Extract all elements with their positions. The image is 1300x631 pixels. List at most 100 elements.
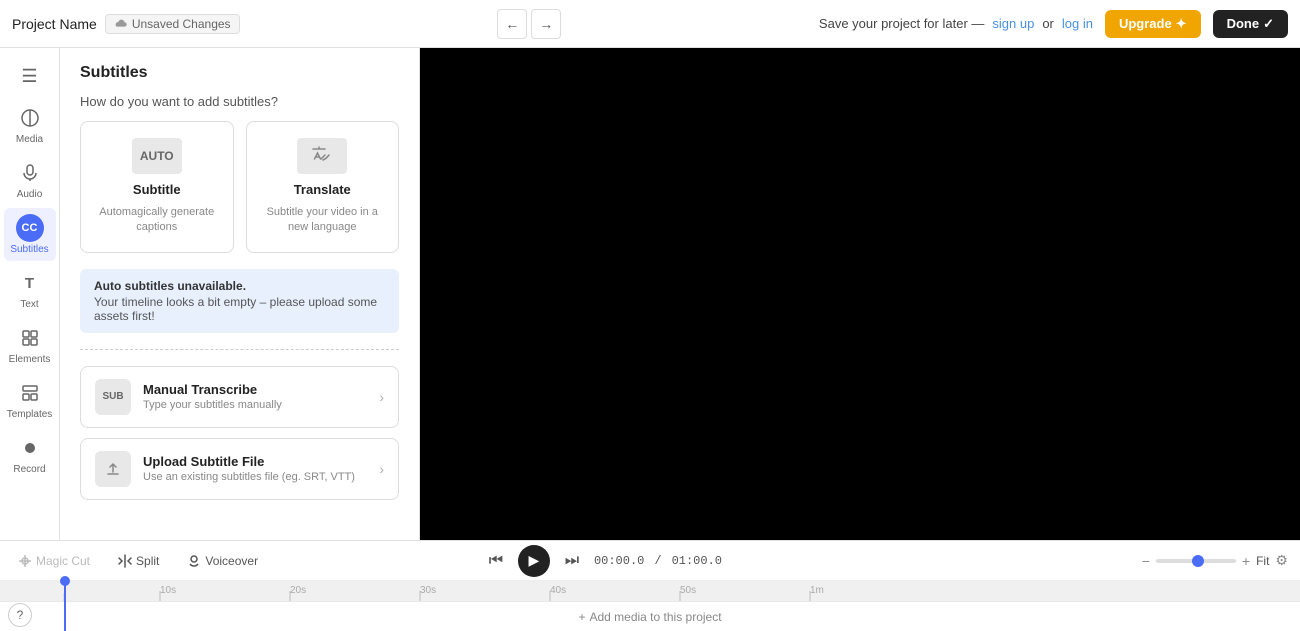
manual-transcribe-card[interactable]: SUB Manual Transcribe Type your subtitle…	[80, 366, 399, 428]
add-media-label: Add media to this project	[589, 610, 721, 624]
subtitle-options: AUTO Subtitle Automagically generate cap…	[60, 121, 419, 269]
auto-icon-box: AUTO	[132, 138, 182, 174]
sign-up-link[interactable]: sign up	[992, 16, 1034, 31]
info-box: Auto subtitles unavailable. Your timelin…	[80, 269, 399, 333]
topbar: Project Name Unsaved Changes ← → Save yo…	[0, 0, 1300, 48]
star-icon: ✦	[1176, 16, 1187, 32]
info-desc: Your timeline looks a bit empty – please…	[94, 295, 385, 323]
manual-transcribe-text: Manual Transcribe Type your subtitles ma…	[143, 382, 367, 411]
panel-question: How do you want to add subtitles?	[60, 90, 419, 121]
done-label: Done	[1227, 16, 1260, 31]
upgrade-button[interactable]: Upgrade ✦	[1105, 10, 1201, 38]
sidebar-item-media[interactable]: Media	[4, 98, 56, 151]
record-icon	[16, 434, 44, 462]
zoom-slider[interactable]	[1156, 559, 1236, 563]
audio-icon	[16, 159, 44, 187]
upgrade-label: Upgrade	[1119, 16, 1172, 31]
skip-forward-button[interactable]: ⏭	[558, 547, 586, 575]
audio-label: Audio	[17, 189, 43, 200]
timeline-settings-button[interactable]: ⚙	[1275, 552, 1288, 569]
chevron-right-icon-2: ›	[379, 461, 384, 477]
magic-cut-icon	[18, 554, 32, 568]
timeline-track: + Add media to this project	[0, 601, 1300, 631]
help-button[interactable]: ?	[8, 603, 32, 627]
topbar-right: Save your project for later — sign up or…	[819, 16, 1093, 31]
or-text: or	[1042, 16, 1054, 31]
redo-button[interactable]: →	[531, 9, 561, 39]
voiceover-label: Voiceover	[205, 554, 258, 568]
sidebar-item-text[interactable]: T Text	[4, 263, 56, 316]
cursor-head	[60, 576, 70, 586]
nav-arrows: ← →	[497, 9, 561, 39]
manual-transcribe-title: Manual Transcribe	[143, 382, 367, 397]
zoom-thumb[interactable]	[1192, 555, 1204, 567]
elements-label: Elements	[9, 354, 51, 365]
play-button[interactable]: ▶	[518, 545, 550, 577]
bottom-bar: Magic Cut Split Voiceover ⏮ ▶ ⏭ 00:00.0 …	[0, 540, 1300, 630]
main-area: ☰ Media Audio CC Subtitles T Text Eleme	[0, 48, 1300, 540]
split-label: Split	[136, 554, 159, 568]
add-media-button[interactable]: + Add media to this project	[578, 610, 721, 624]
subtitles-panel: Subtitles How do you want to add subtitl…	[60, 48, 420, 540]
magic-cut-button[interactable]: Magic Cut	[12, 550, 96, 572]
zoom-in-button[interactable]: +	[1242, 553, 1250, 569]
translate-svg-icon	[310, 144, 334, 168]
transport-controls: ⏮ ▶ ⏭ 00:00.0 / 01:00.0	[482, 545, 722, 577]
templates-label: Templates	[7, 409, 53, 420]
subtitle-option-label: Subtitle	[133, 182, 181, 197]
subtitles-label: Subtitles	[10, 244, 48, 255]
check-icon: ✓	[1263, 16, 1274, 32]
translate-option-label: Translate	[294, 182, 351, 197]
hamburger-icon: ☰	[16, 62, 44, 90]
done-button[interactable]: Done ✓	[1213, 10, 1288, 38]
save-text: Save your project for later —	[819, 16, 984, 31]
translate-icon-box	[297, 138, 347, 174]
upload-subtitle-desc: Use an existing subtitles file (eg. SRT,…	[143, 471, 367, 483]
subtitle-option-desc: Automagically generate captions	[93, 205, 221, 236]
zoom-controls: − + Fit ⚙	[1142, 552, 1288, 569]
magic-cut-label: Magic Cut	[36, 554, 90, 568]
manual-transcribe-desc: Type your subtitles manually	[143, 399, 367, 411]
voiceover-icon	[187, 554, 201, 568]
undo-button[interactable]: ←	[497, 9, 527, 39]
time-total: 01:00.0	[672, 554, 722, 568]
unsaved-text: Unsaved Changes	[132, 17, 231, 31]
sidebar-item-elements[interactable]: Elements	[4, 318, 56, 371]
log-in-link[interactable]: log in	[1062, 16, 1093, 31]
sidebar: ☰ Media Audio CC Subtitles T Text Eleme	[0, 48, 60, 540]
timeline-ruler: | 10s 20s 30s 40s 50s 1m	[0, 581, 1300, 601]
sidebar-item-settings[interactable]: ☰	[4, 56, 56, 96]
upload-icon	[95, 451, 131, 487]
topbar-left: Project Name Unsaved Changes	[12, 14, 240, 34]
upload-subtitle-card[interactable]: Upload Subtitle File Use an existing sub…	[80, 438, 399, 500]
sidebar-item-subtitles[interactable]: CC Subtitles	[4, 208, 56, 261]
media-label: Media	[16, 134, 43, 145]
subtitles-icon: CC	[16, 214, 44, 242]
ruler-ticks	[0, 581, 1300, 601]
time-current: 00:00.0	[594, 554, 644, 568]
plus-icon: +	[578, 610, 585, 624]
upload-subtitle-text: Upload Subtitle File Use an existing sub…	[143, 454, 367, 483]
split-button[interactable]: Split	[112, 550, 165, 572]
fit-button[interactable]: Fit	[1256, 554, 1269, 568]
sidebar-item-record[interactable]: Record	[4, 428, 56, 481]
manual-transcribe-icon: SUB	[95, 379, 131, 415]
zoom-out-button[interactable]: −	[1142, 553, 1150, 569]
timeline-cursor[interactable]	[64, 581, 66, 631]
templates-icon	[16, 379, 44, 407]
video-canvas	[420, 48, 1300, 540]
sidebar-item-audio[interactable]: Audio	[4, 153, 56, 206]
video-preview-area	[420, 48, 1300, 540]
subtitle-translate-card[interactable]: Translate Subtitle your video in a new l…	[246, 121, 400, 253]
unsaved-badge: Unsaved Changes	[105, 14, 240, 34]
media-icon	[16, 104, 44, 132]
record-label: Record	[13, 464, 45, 475]
upload-subtitle-title: Upload Subtitle File	[143, 454, 367, 469]
sidebar-item-templates[interactable]: Templates	[4, 373, 56, 426]
skip-back-button[interactable]: ⏮	[482, 547, 510, 575]
elements-icon	[16, 324, 44, 352]
voiceover-button[interactable]: Voiceover	[181, 550, 264, 572]
split-icon	[118, 554, 132, 568]
subtitle-auto-card[interactable]: AUTO Subtitle Automagically generate cap…	[80, 121, 234, 253]
cloud-icon	[114, 17, 128, 31]
